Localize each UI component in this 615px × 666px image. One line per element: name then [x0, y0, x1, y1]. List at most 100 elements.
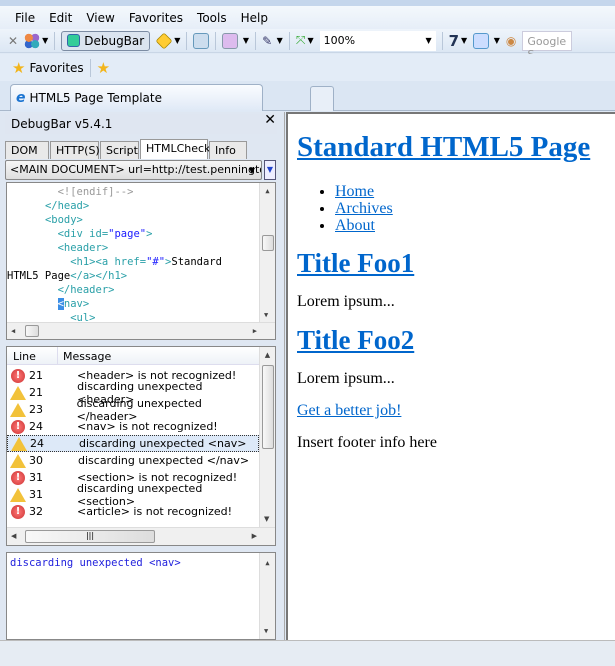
message-row[interactable]: 30 discarding unexpected </nav>	[7, 452, 259, 469]
divider	[215, 31, 217, 50]
scroll-down-icon[interactable]: ▼	[264, 515, 269, 523]
menu-file[interactable]: File	[8, 11, 42, 25]
scroll-down-icon[interactable]: ▼	[264, 627, 268, 635]
menu-favorites[interactable]: Favorites	[122, 11, 190, 25]
code-line: HTML5 Page</a></h1>	[7, 269, 275, 283]
message-row[interactable]: ! 24 <nav> is not recognized!	[7, 418, 259, 435]
code-token: HTML5 Page	[7, 270, 71, 282]
section-title-2[interactable]: Title Foo2	[297, 325, 414, 355]
close-icon[interactable]: ✕	[8, 34, 18, 48]
nav-home[interactable]: Home	[335, 183, 374, 200]
tab-html5-page-template[interactable]: e HTML5 Page Template	[10, 84, 263, 111]
star-icon: ★	[12, 58, 26, 77]
scroll-thumb[interactable]	[262, 365, 274, 449]
eyedropper-icon: ✎	[262, 33, 273, 48]
resize-arrows-icon: ⤧	[295, 33, 306, 47]
ie-logo-icon: e	[16, 90, 26, 106]
menu-edit[interactable]: Edit	[42, 11, 79, 25]
column-line[interactable]: Line	[13, 350, 36, 363]
debugbar-tab-script[interactable]: Script	[100, 141, 139, 159]
divider	[54, 31, 56, 50]
debugbar-tab-dom[interactable]: DOM	[5, 141, 49, 159]
divider	[255, 31, 257, 50]
menu-help[interactable]: Help	[234, 11, 275, 25]
nav-list: Home Archives About	[335, 183, 615, 234]
error-icon: !	[11, 419, 25, 434]
message-detail: discarding unexpected <nav> ▲ ▼	[6, 552, 276, 640]
debugbar-tab-https[interactable]: HTTP(S)	[50, 141, 100, 159]
error-icon: !	[11, 368, 25, 383]
resize-button[interactable]: ⤧ ▼	[296, 33, 314, 48]
source-code-view[interactable]: <![endif]--> </head> <body> <div id="pag…	[6, 182, 276, 340]
scroll-thumb[interactable]	[25, 325, 39, 337]
code-token: nav>	[63, 298, 90, 310]
eye-button[interactable]: ◉	[506, 34, 516, 48]
code-vertical-scrollbar[interactable]: ▲ ▼	[259, 183, 275, 323]
message-line: 31	[29, 471, 43, 484]
menu-tools[interactable]: Tools	[190, 11, 234, 25]
zoom-select[interactable]: 100% ▼	[319, 30, 436, 51]
scroll-left-icon[interactable]: ◀	[11, 532, 16, 540]
close-panel-icon[interactable]: ✕	[264, 112, 276, 128]
add-favorite-icon[interactable]: ★	[97, 59, 110, 77]
validate-button[interactable]	[193, 32, 210, 49]
code-line: <div id="page">	[7, 227, 275, 241]
code-token: <![endif]-->	[57, 186, 134, 198]
scroll-left-icon[interactable]: ◀	[11, 327, 15, 335]
code-token: >	[146, 228, 153, 240]
column-message[interactable]: Message	[63, 350, 111, 363]
scroll-up-icon[interactable]: ▲	[260, 559, 275, 567]
warning-icon	[10, 487, 26, 502]
color-picker-button[interactable]: ✎ ▼	[262, 34, 283, 48]
code-token: "page"	[108, 228, 147, 240]
scroll-up-icon[interactable]: ▲	[260, 351, 275, 359]
section-title-1[interactable]: Title Foo1	[297, 248, 414, 278]
document-select[interactable]: <MAIN DOCUMENT> url=http://test.penningt…	[5, 160, 262, 180]
message-row[interactable]: 23 discarding unexpected </header>	[7, 397, 259, 423]
message-row[interactable]: 31 discarding unexpected <section>	[7, 482, 259, 508]
scroll-up-icon[interactable]: ▲	[260, 187, 275, 195]
list-horizontal-scrollbar[interactable]: ◀ ||| ▶	[7, 527, 275, 545]
ie-compat-button[interactable]: ▼	[155, 32, 180, 49]
debugbar-tab-htmlcheck[interactable]: HTMLCheck	[140, 139, 210, 159]
screenshot-button[interactable]: ▼	[222, 32, 249, 49]
scroll-right-icon[interactable]: ▶	[252, 532, 257, 540]
nav-archives[interactable]: Archives	[335, 200, 393, 217]
page-code-icon	[473, 32, 490, 49]
debugbar-button[interactable]: DebugBar	[61, 30, 151, 51]
favorites-button[interactable]: ★ Favorites	[12, 59, 84, 77]
code-line: <header>	[7, 241, 275, 255]
message-row[interactable]: ! 32 <article> is not recognized!	[7, 503, 259, 520]
google-search-input[interactable]: Google S	[522, 30, 573, 61]
scroll-right-icon[interactable]: ▶	[253, 327, 257, 335]
detail-vertical-scrollbar[interactable]: ▲ ▼	[259, 553, 275, 639]
code-line: </header>	[7, 283, 275, 297]
toolbar: ✕ ▼ DebugBar ▼ ▼ ✎ ▼ ⤧ ▼ 100% ▼ 7 ▼ ▼ ◉ Goo…	[0, 29, 615, 61]
debugbar-tab-info[interactable]: Info	[209, 141, 247, 159]
divider	[89, 58, 91, 77]
scroll-down-icon[interactable]: ▼	[264, 311, 268, 319]
htmlcheck-message-list: Line Message ! 21 <header> is not recogniz…	[6, 346, 276, 546]
source-button[interactable]: ▼	[473, 32, 500, 49]
nav-about[interactable]: About	[335, 217, 375, 234]
section-text-1: Lorem ipsum...	[297, 293, 395, 310]
document-options-button[interactable]: ▼	[264, 160, 276, 180]
debugbar-label: DebugBar	[84, 33, 145, 48]
code-horizontal-scrollbar[interactable]: ◀ ▶	[7, 322, 275, 339]
tools-menu-button[interactable]: ▼	[24, 32, 48, 49]
page-title-link[interactable]: Standard HTML5 Page	[297, 131, 590, 163]
scroll-thumb[interactable]	[262, 235, 274, 251]
message-text: discarding unexpected </nav>	[78, 454, 250, 467]
error-icon: !	[11, 470, 25, 485]
message-row[interactable]: 24 discarding unexpected <nav>	[7, 435, 259, 452]
warning-icon	[10, 453, 26, 468]
ie7-button[interactable]: 7 ▼	[449, 32, 468, 50]
new-tab-button[interactable]	[310, 86, 334, 111]
scroll-thumb[interactable]: |||	[25, 530, 155, 543]
menu-view[interactable]: View	[79, 11, 121, 25]
divider	[288, 31, 290, 50]
message-line: 30	[29, 454, 43, 467]
code-line: </head>	[7, 199, 275, 213]
job-link[interactable]: Get a better job!	[297, 402, 401, 419]
list-vertical-scrollbar[interactable]: ▲ ▼	[259, 347, 275, 527]
